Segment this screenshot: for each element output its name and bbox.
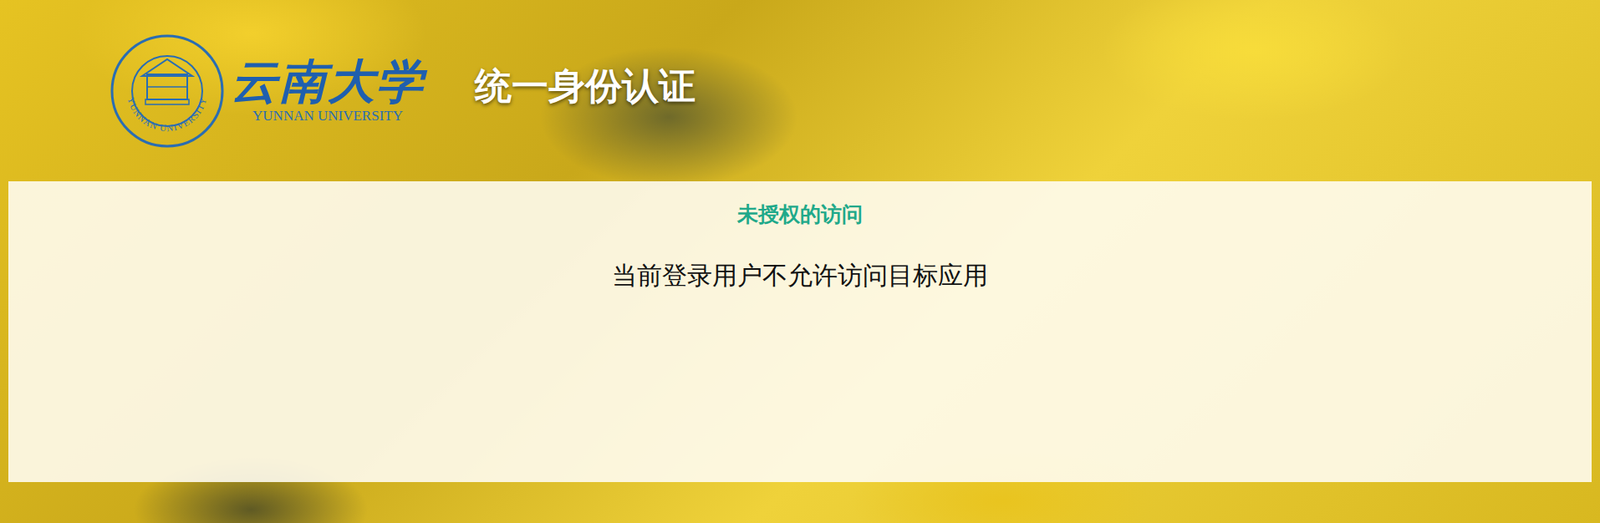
message-panel: 未授权的访问当前登录用户不允许访问目标应用 [8, 181, 1592, 483]
message-heading: 未授权的访问 [737, 199, 863, 230]
logo-text: 云南大学YUNNAN UNIVERSITY [230, 56, 425, 126]
message-text: 当前登录用户不允许访问目标应用 [611, 259, 989, 292]
svg-text:YUNNAN UNIVERSITY: YUNNAN UNIVERSITY [126, 95, 209, 133]
page-title: 统一身份认证 [474, 61, 696, 120]
university-logo[interactable]: YUNNAN UNIVERSITY云南大学YUNNAN UNIVERSITY [108, 32, 425, 150]
logo-name-en: YUNNAN UNIVERSITY [252, 107, 403, 125]
page: YUNNAN UNIVERSITY云南大学YUNNAN UNIVERSITY统一… [0, 0, 1600, 523]
header: YUNNAN UNIVERSITY云南大学YUNNAN UNIVERSITY统一… [0, 0, 1600, 182]
logo-name: 云南大学 [230, 56, 425, 109]
emblem-icon: YUNNAN UNIVERSITY [108, 32, 226, 150]
